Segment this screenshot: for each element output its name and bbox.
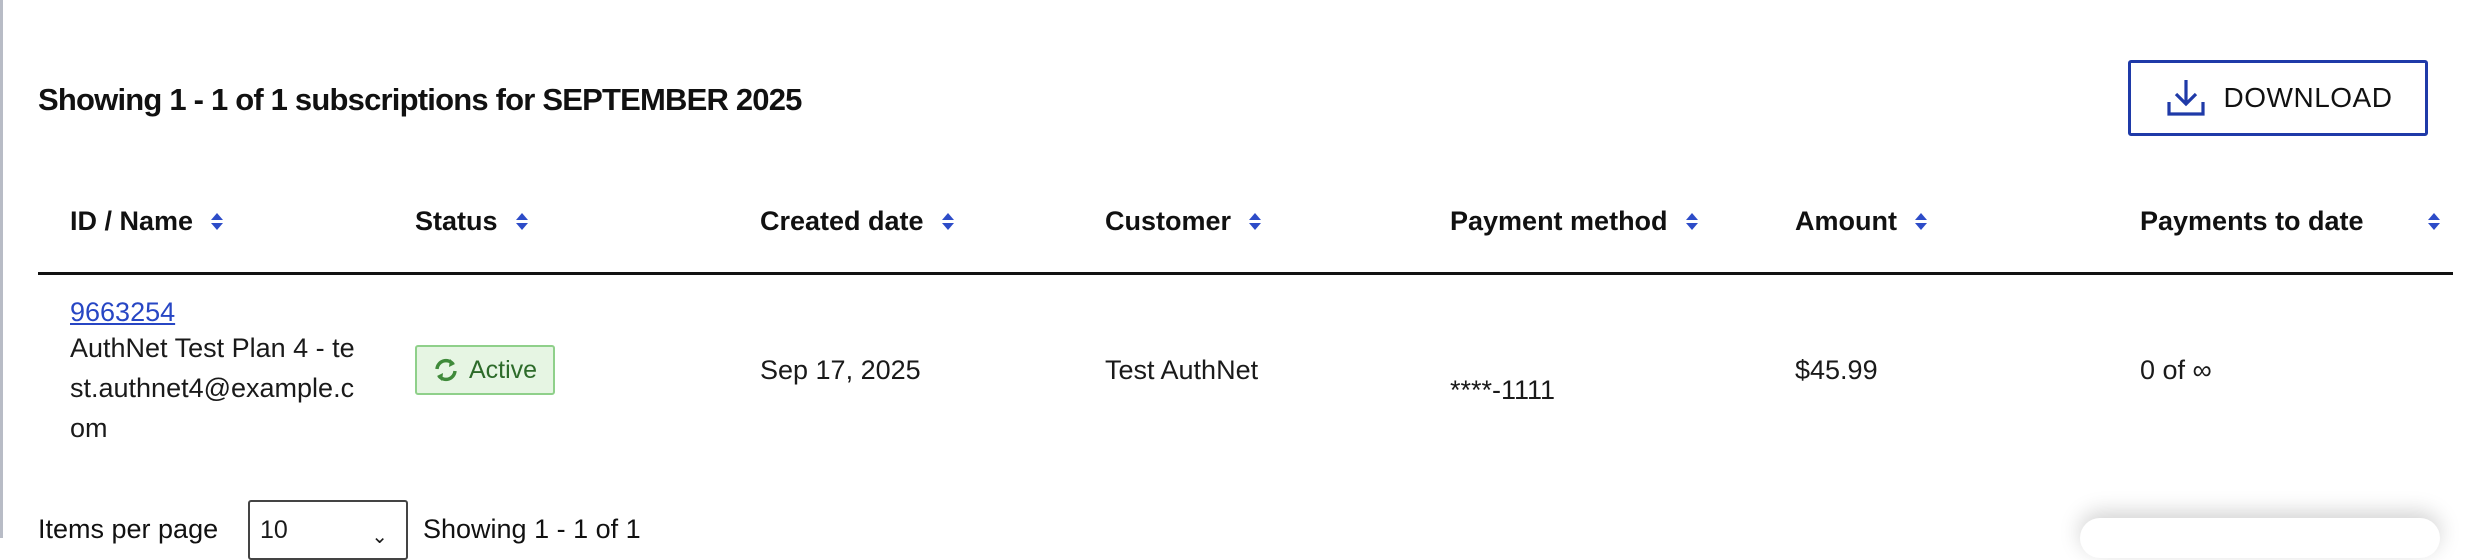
col-header-created-date[interactable]: Created date <box>760 170 954 272</box>
payments-to-date-cell: 0 of ∞ <box>2140 355 2212 385</box>
col-header-customer[interactable]: Customer <box>1105 170 1262 272</box>
sort-icon[interactable] <box>2428 212 2440 230</box>
download-button[interactable]: DOWNLOAD <box>2128 60 2428 136</box>
col-header-label: Payment method <box>1450 205 1668 236</box>
col-header-label: Customer <box>1105 205 1232 236</box>
subscription-id-link[interactable]: 9663254 <box>70 297 360 328</box>
payment-method-cell: ****-1111 <box>1450 375 1556 405</box>
sort-icon[interactable] <box>1685 212 1698 230</box>
items-per-page-label: Items per page <box>38 514 219 544</box>
table-row: 9663254 AuthNet Test Plan 4 - test.authn… <box>38 275 2453 465</box>
status-cell: Active <box>415 345 556 395</box>
subscriptions-table: ID / Name Status Created date Customer P… <box>38 170 2453 465</box>
created-date-cell: Sep 17, 2025 <box>760 355 921 385</box>
download-icon <box>2166 80 2205 116</box>
col-header-label: ID / Name <box>70 205 194 236</box>
col-header-amount[interactable]: Amount <box>1795 170 1927 272</box>
items-per-page-value: 10 <box>260 516 288 544</box>
refresh-icon <box>435 358 457 382</box>
table-head: ID / Name Status Created date Customer P… <box>38 170 2453 275</box>
items-per-page-select[interactable]: 10 ⌄ <box>248 500 408 560</box>
status-badge: Active <box>415 345 556 395</box>
sort-icon[interactable] <box>1914 212 1927 230</box>
chevron-down-icon: ⌄ <box>371 526 388 548</box>
pagination-status: Showing 1 - 1 of 1 <box>423 514 641 544</box>
amount-cell: $45.99 <box>1795 355 1878 385</box>
col-header-status[interactable]: Status <box>415 170 528 272</box>
sort-icon[interactable] <box>515 212 528 230</box>
subscription-name: AuthNet Test Plan 4 - test.authnet4@exam… <box>70 333 355 443</box>
col-header-id-name[interactable]: ID / Name <box>70 170 224 272</box>
col-header-label: Created date <box>760 205 924 236</box>
customer-cell: Test AuthNet <box>1105 355 1259 385</box>
col-header-payments-to-date[interactable]: Payments to date <box>2140 170 2440 272</box>
sort-icon[interactable] <box>1249 212 1262 230</box>
status-label: Active <box>469 355 538 384</box>
col-header-payment-method[interactable]: Payment method <box>1450 170 1698 272</box>
download-label: DOWNLOAD <box>2223 82 2393 113</box>
col-header-label: Status <box>415 205 498 236</box>
sort-icon[interactable] <box>941 212 954 230</box>
results-summary: Showing 1 - 1 of 1 subscriptions for SEP… <box>38 82 802 117</box>
table-header-bar: Showing 1 - 1 of 1 subscriptions for SEP… <box>38 60 2450 148</box>
id-name-cell: 9663254 AuthNet Test Plan 4 - test.authn… <box>70 297 360 448</box>
floating-panel-edge <box>2080 518 2440 558</box>
col-header-label: Payments to date <box>2140 206 2364 236</box>
page-left-border <box>0 0 3 538</box>
col-header-label: Amount <box>1795 205 1897 236</box>
sort-icon[interactable] <box>211 212 224 230</box>
